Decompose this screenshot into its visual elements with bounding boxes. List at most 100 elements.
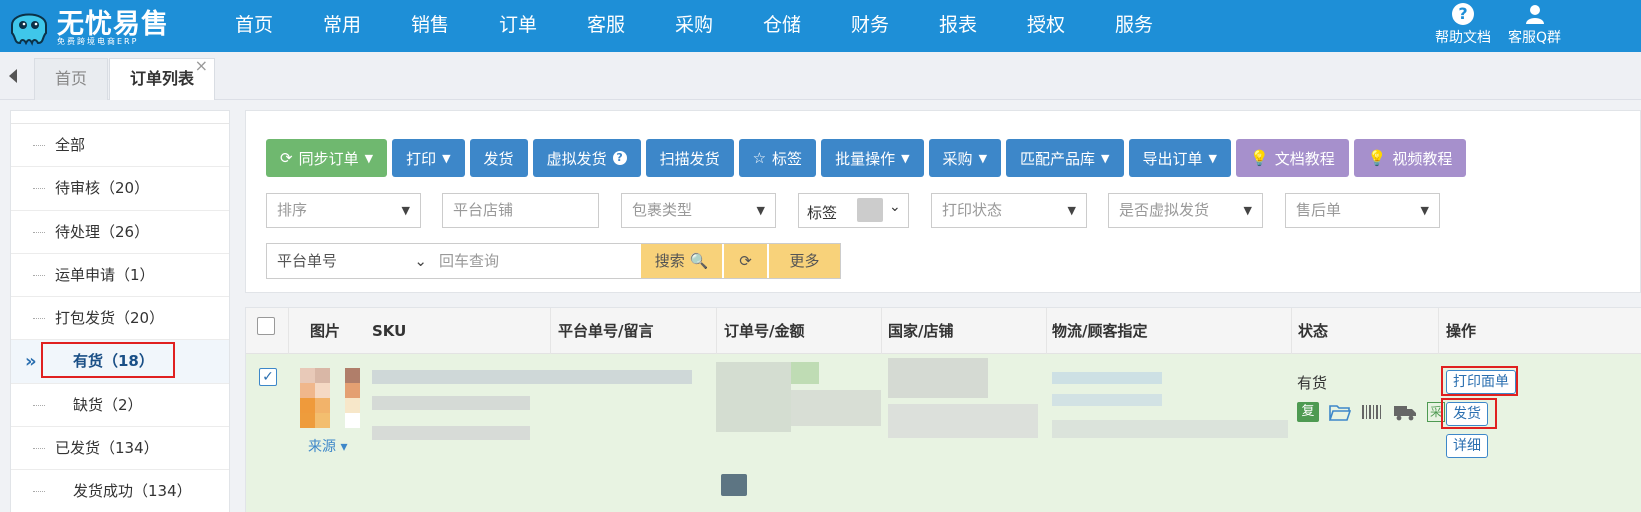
sidebar-item-waybill-request[interactable]: 运单申请（1） [11,254,229,298]
main-nav: 首页 常用 销售 订单 客服 采购 仓储 财务 报表 授权 服务 [210,0,1178,52]
help-docs-link[interactable]: ? 帮助文档 [1428,3,1498,47]
sidebar-item-pending-review[interactable]: 待审核（20） [11,167,229,211]
search-field-select[interactable]: 平台单号 ⌄ [267,244,435,278]
question-icon: ? [1452,3,1474,25]
batch-label: 批量操作 [835,149,896,168]
export-orders-button[interactable]: 导出订单 ▼ [1128,139,1231,177]
tag-button[interactable]: ☆ 标签 [738,139,817,177]
sidebar-item-label: 待审核（20） [55,179,150,198]
table-row[interactable]: ✓ 来源 ▾ 有货 复 采 打印面单 发货 详细 [246,354,1641,512]
question-circle-icon: ? [612,151,627,165]
barcode-icon[interactable] [1361,403,1383,421]
redacted-order-block [791,390,881,426]
column-divider [881,308,882,354]
print-status-select[interactable]: 打印状态 ▼ [931,193,1087,228]
package-type-select[interactable]: 包裹类型 ▼ [621,193,776,228]
nav-item-home[interactable]: 首页 [210,0,298,52]
nav-item-services[interactable]: 服务 [1090,0,1178,52]
status-tree: 全部 待审核（20） 待处理（26） 运单申请（1） 打包发货（20） » 有货… [11,123,229,512]
after-sale-select[interactable]: 售后单 ▼ [1285,193,1440,228]
brand-subtitle: 免费跨境电商ERP [57,37,139,46]
nav-item-purchase[interactable]: 采购 [650,0,738,52]
print-status-placeholder: 打印状态 [942,201,1003,219]
header-sku: SKU [372,322,407,340]
table-header: 图片 SKU 平台单号/留言 订单号/金额 国家/店铺 物流/顾客指定 状态 操… [246,308,1641,354]
reship-icon[interactable]: 复 [1297,402,1319,422]
highlight-box [1441,366,1518,396]
match-product-library-button[interactable]: 匹配产品库 ▼ [1006,139,1124,177]
source-dropdown[interactable]: 来源 ▾ [308,436,347,456]
search-button[interactable]: 搜索 🔍 [640,244,722,278]
sidebar-item-all[interactable]: 全部 [11,124,229,168]
status-icons: 复 采 [1297,402,1445,422]
doc-tutorial-button[interactable]: 💡 文档教程 [1236,139,1349,177]
order-status-sidebar: 全部 待审核（20） 待处理（26） 运单申请（1） 打包发货（20） » 有货… [10,110,230,512]
purchase-button[interactable]: 采购 ▼ [928,139,1002,177]
service-qq-label: 客服Q群 [1508,30,1562,46]
redacted-logistics-line [1052,420,1288,438]
virtual-ship-select[interactable]: 是否虚拟发货 ▼ [1108,193,1263,228]
header-order-amount: 订单号/金额 [724,322,805,340]
triangle-down-icon: ▼ [756,204,765,217]
virtual-ship-button[interactable]: 虚拟发货 ? [532,139,641,177]
sidebar-item-pending-processing[interactable]: 待处理（26） [11,211,229,254]
sync-orders-button[interactable]: ⟳ 同步订单 ▼ [266,139,388,177]
header-status: 状态 [1298,322,1329,340]
nav-item-sales[interactable]: 销售 [386,0,474,52]
truck-icon[interactable] [1393,403,1417,421]
tab-order-list-label: 订单列表 [129,69,194,88]
redacted-country-block [888,404,1038,438]
more-button[interactable]: 更多 [768,244,840,278]
nav-item-common[interactable]: 常用 [298,0,386,52]
redacted-sku-line [372,370,692,384]
nav-item-reports[interactable]: 报表 [914,0,1002,52]
ship-button[interactable]: 发货 [469,139,528,177]
video-tutorial-button[interactable]: 💡 视频教程 [1353,139,1467,177]
select-all-checkbox[interactable] [257,317,275,335]
nav-item-orders[interactable]: 订单 [474,0,562,52]
chevron-down-icon: ▼ [901,151,910,165]
sidebar-item-label: 缺货（2） [73,395,143,414]
tab-bar: 首页 订单列表 × [0,52,1641,100]
search-input[interactable]: 回车查询 [435,244,640,278]
batch-operation-button[interactable]: 批量操作 ▼ [821,139,924,177]
sidebar-item-ship-success[interactable]: 发货成功（134） [11,470,229,512]
search-label: 搜索 [654,252,685,270]
nav-item-warehouse[interactable]: 仓储 [738,0,826,52]
scan-ship-button[interactable]: 扫描发货 [645,139,734,177]
reset-button[interactable]: ⟳ [723,244,767,278]
print-button[interactable]: 打印 ▼ [392,139,465,177]
tab-home[interactable]: 首页 [34,58,108,100]
nav-item-customer-service[interactable]: 客服 [562,0,650,52]
platform-store-input[interactable]: 平台店铺 [442,193,599,228]
sidebar-item-shipped[interactable]: 已发货（134） [11,427,229,471]
refresh-icon: ⟳ [739,252,752,270]
header-image: 图片 [310,322,341,340]
close-icon[interactable]: × [195,46,208,86]
export-label: 导出订单 [1142,149,1203,168]
triangle-down-icon: ▼ [401,204,410,217]
nav-item-finance[interactable]: 财务 [826,0,914,52]
tab-order-list[interactable]: 订单列表 × [109,56,215,100]
sidebar-item-pack-ship[interactable]: 打包发货（20） [11,297,229,341]
sidebar-item-out-of-stock[interactable]: 缺货（2） [11,384,229,428]
person-icon [1526,5,1544,24]
detail-button[interactable]: 详细 [1446,434,1488,458]
redacted-country-block [888,358,988,398]
tab-scroll-left[interactable] [0,58,26,94]
sidebar-item-in-stock[interactable]: » 有货（18） [11,340,229,384]
triangle-left-icon [9,69,17,83]
sort-select[interactable]: 排序 ▼ [266,193,421,228]
folder-open-icon[interactable] [1329,403,1351,421]
row-checkbox[interactable]: ✓ [259,368,277,386]
column-divider [1438,308,1439,354]
redacted-sku-line [372,396,530,410]
service-qq-link[interactable]: 客服Q群 [1508,3,1641,47]
more-label: 更多 [789,252,820,270]
tag-filter[interactable]: 标签 ⌄ [798,193,909,228]
header-logistics: 物流/顾客指定 [1052,322,1148,340]
refresh-icon: ⟳ [280,149,293,167]
tag-label: 标签 [772,149,803,168]
nav-item-authorization[interactable]: 授权 [1002,0,1090,52]
redacted-logistics-line [1052,372,1162,384]
